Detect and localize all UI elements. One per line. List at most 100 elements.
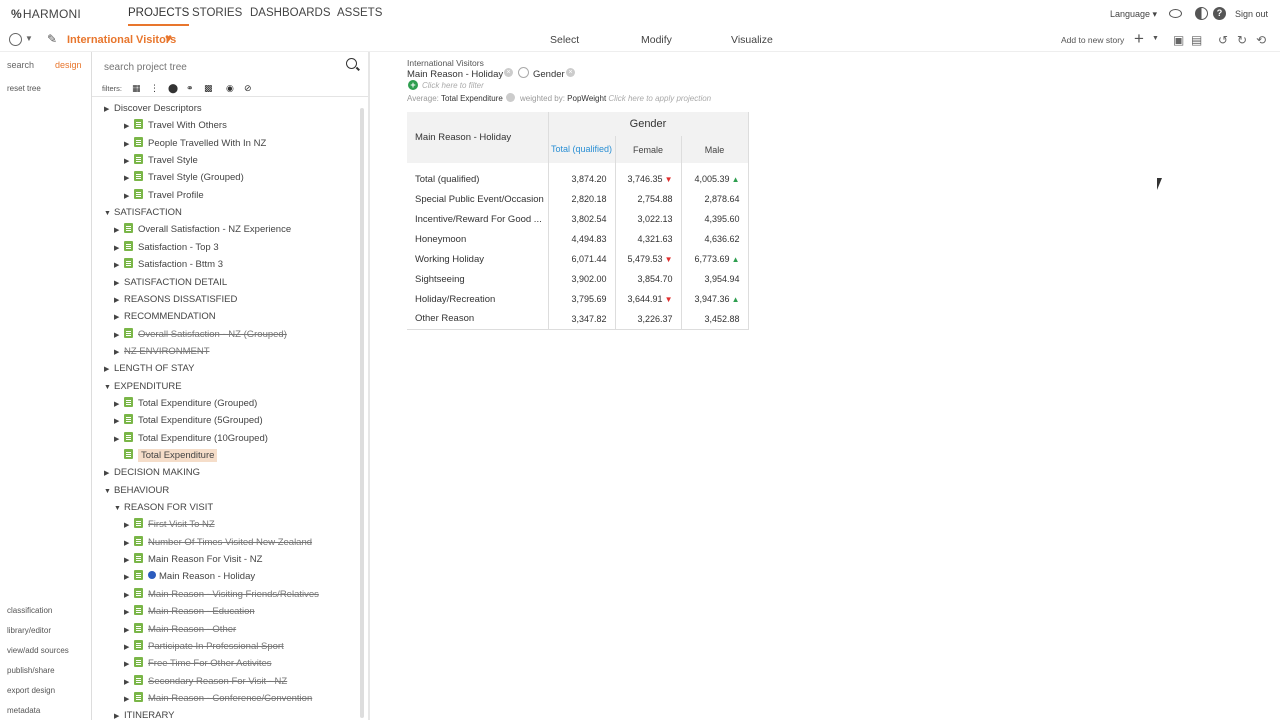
table-cell[interactable]: 3,902.00 <box>548 269 616 289</box>
table-cell[interactable]: 3,802.54 <box>548 209 616 229</box>
caret-right-icon[interactable]: ▶ <box>114 396 124 413</box>
caret-right-icon[interactable]: ▶ <box>114 240 124 257</box>
grid-filter-icon[interactable]: ▦ <box>132 83 141 94</box>
tree-item[interactable]: ▶ Main Reason - Conference/Convention <box>124 690 312 707</box>
tree-item[interactable]: ▶ DECISION MAKING <box>104 464 200 481</box>
metadata-link[interactable]: metadata <box>7 706 40 715</box>
column-header-male[interactable]: Male <box>681 136 749 163</box>
table-cell[interactable]: 3,226.37 <box>615 309 682 330</box>
history-icon[interactable] <box>9 33 22 46</box>
info-icon[interactable] <box>148 571 156 580</box>
tree-item[interactable]: ▶ REASONS DISSATISFIED <box>114 291 237 308</box>
table-cell[interactable]: 3,644.91 ▼ <box>615 289 682 309</box>
publish-share-link[interactable]: publish/share <box>7 666 55 675</box>
tree-item[interactable]: ▶ RECOMMENDATION <box>114 308 216 325</box>
table-cell[interactable]: 4,395.60 <box>681 209 749 229</box>
tree-item[interactable]: ▶ Main Reason - Education <box>124 603 255 620</box>
caret-right-icon[interactable]: ▶ <box>124 153 134 170</box>
calendar-filter-icon[interactable]: ▩ <box>204 83 213 94</box>
table-cell[interactable]: 3,854.70 <box>615 269 682 289</box>
row-label[interactable]: Incentive/Reward For Good ... <box>407 209 549 229</box>
row-label[interactable]: Honeymoon <box>407 229 549 249</box>
row-variable[interactable]: Main Reason - Holiday <box>407 69 503 80</box>
eye-icon[interactable]: ◉ <box>226 83 234 94</box>
chevron-down-icon[interactable]: ▼ <box>1152 35 1159 42</box>
table-cell[interactable]: 3,947.36 ▲ <box>681 289 749 309</box>
column-variable[interactable]: Gender <box>533 69 565 80</box>
caret-right-icon[interactable]: ▶ <box>124 656 134 673</box>
language-dropdown[interactable]: Language ▾ <box>1110 9 1157 20</box>
classification-link[interactable]: classification <box>7 606 52 615</box>
tree-item[interactable]: ▶ First Visit To NZ <box>124 516 215 533</box>
map-pin-filter-icon[interactable]: ⬤ <box>168 83 178 94</box>
caret-right-icon[interactable]: ▶ <box>124 691 134 708</box>
table-cell[interactable]: 3,795.69 <box>548 289 616 309</box>
nav-dashboards[interactable]: DASHBOARDS <box>250 7 331 19</box>
caret-right-icon[interactable]: ▶ <box>124 674 134 691</box>
filter-hint[interactable]: Click here to filter <box>422 81 484 90</box>
tree-item[interactable]: ▶ Secondary Reason For Visit - NZ <box>124 673 287 690</box>
nav-stories[interactable]: STORIES <box>192 7 242 19</box>
tree-item[interactable]: ▶ Number Of Times Visited New Zealand <box>124 534 312 551</box>
table-cell[interactable]: 4,005.39 ▲ <box>681 169 749 189</box>
tree-item[interactable]: ▶ Main Reason - Visiting Friends/Relative… <box>124 586 319 603</box>
tree-item[interactable]: ▼ REASON FOR VISIT <box>114 499 213 516</box>
measure-name[interactable]: Total Expenditure <box>441 94 503 103</box>
tree-item[interactable]: ▶ Discover Descriptors <box>104 100 202 117</box>
table-cell[interactable]: 3,746.35 ▼ <box>615 169 682 189</box>
tree-item[interactable]: ▶ LENGTH OF STAY <box>104 360 194 377</box>
caret-right-icon[interactable]: ▶ <box>124 639 134 656</box>
table-cell[interactable]: 3,452.88 <box>681 309 749 330</box>
table-cell[interactable]: 3,022.13 <box>615 209 682 229</box>
caret-right-icon[interactable]: ▶ <box>104 361 114 378</box>
table-cell[interactable]: 3,347.82 <box>548 309 616 330</box>
table-cell[interactable]: 6,773.69 ▲ <box>681 249 749 269</box>
caret-right-icon[interactable]: ▶ <box>114 292 124 309</box>
row-label[interactable]: Total (qualified) <box>407 169 549 189</box>
caret-right-icon[interactable]: ▶ <box>104 465 114 482</box>
tree-item[interactable]: ▶ Main Reason - Holiday <box>124 568 255 585</box>
column-group-header[interactable]: Gender <box>548 112 749 136</box>
row-header[interactable]: Main Reason - Holiday <box>407 112 549 163</box>
tree-item[interactable]: ▶ ITINERARY <box>114 707 175 720</box>
heart-icon[interactable]: ♥ <box>165 31 172 45</box>
remove-measure-icon[interactable] <box>505 93 515 102</box>
caret-down-icon[interactable]: ▼ <box>104 483 114 500</box>
projection-hint[interactable]: Click here to apply projection <box>608 94 711 103</box>
help-icon[interactable]: ? <box>1213 7 1226 20</box>
column-filter-icon[interactable]: ⋮ <box>150 83 159 94</box>
tree-item[interactable]: ▶ Travel Profile <box>124 187 204 204</box>
tree-item[interactable]: ▶ Travel Style <box>124 152 198 169</box>
weight-name[interactable]: PopWeight <box>567 94 606 103</box>
row-label[interactable]: Working Holiday <box>407 249 549 269</box>
table-cell[interactable]: 3,954.94 <box>681 269 749 289</box>
tree-item[interactable]: ▶ NZ ENVIRONMENT <box>114 343 210 360</box>
search-input[interactable] <box>104 59 334 75</box>
caret-right-icon[interactable]: ▶ <box>114 275 124 292</box>
row-label[interactable]: Special Public Event/Occasion <box>407 189 549 209</box>
library-editor-link[interactable]: library/editor <box>7 626 51 635</box>
table-cell[interactable]: 2,754.88 <box>615 189 682 209</box>
table-cell[interactable]: 3,874.20 <box>548 169 616 189</box>
eye-icon[interactable] <box>1169 9 1182 18</box>
table-cell[interactable]: 5,479.53 ▼ <box>615 249 682 269</box>
tab-visualize[interactable]: Visualize <box>731 34 773 46</box>
link-filter-icon[interactable]: ⚭ <box>186 83 194 94</box>
tree-item[interactable]: ▼ EXPENDITURE <box>104 378 182 395</box>
caret-right-icon[interactable]: ▶ <box>124 622 134 639</box>
row-label[interactable]: Sightseeing <box>407 269 549 289</box>
caret-down-icon[interactable]: ▼ <box>114 500 124 517</box>
tree-item[interactable]: Total Expenditure <box>114 447 218 464</box>
tree-item[interactable]: ▶ Overall Satisfaction - NZ (Grouped) <box>114 326 287 343</box>
eye-off-icon[interactable]: ⊘ <box>244 83 252 94</box>
table-cell[interactable]: 4,321.63 <box>615 229 682 249</box>
caret-right-icon[interactable]: ▶ <box>124 604 134 621</box>
nav-projects[interactable]: PROJECTS <box>128 7 190 26</box>
caret-right-icon[interactable]: ▶ <box>114 222 124 239</box>
contrast-icon[interactable] <box>1195 7 1208 20</box>
table-cell[interactable]: 4,636.62 <box>681 229 749 249</box>
tab-select[interactable]: Select <box>550 34 579 46</box>
pencil-icon[interactable]: ✎ <box>47 32 57 46</box>
tree-item[interactable]: ▶ People Travelled With In NZ <box>124 135 266 152</box>
tree-item[interactable]: ▶ Participate In Professional Sport <box>124 638 284 655</box>
